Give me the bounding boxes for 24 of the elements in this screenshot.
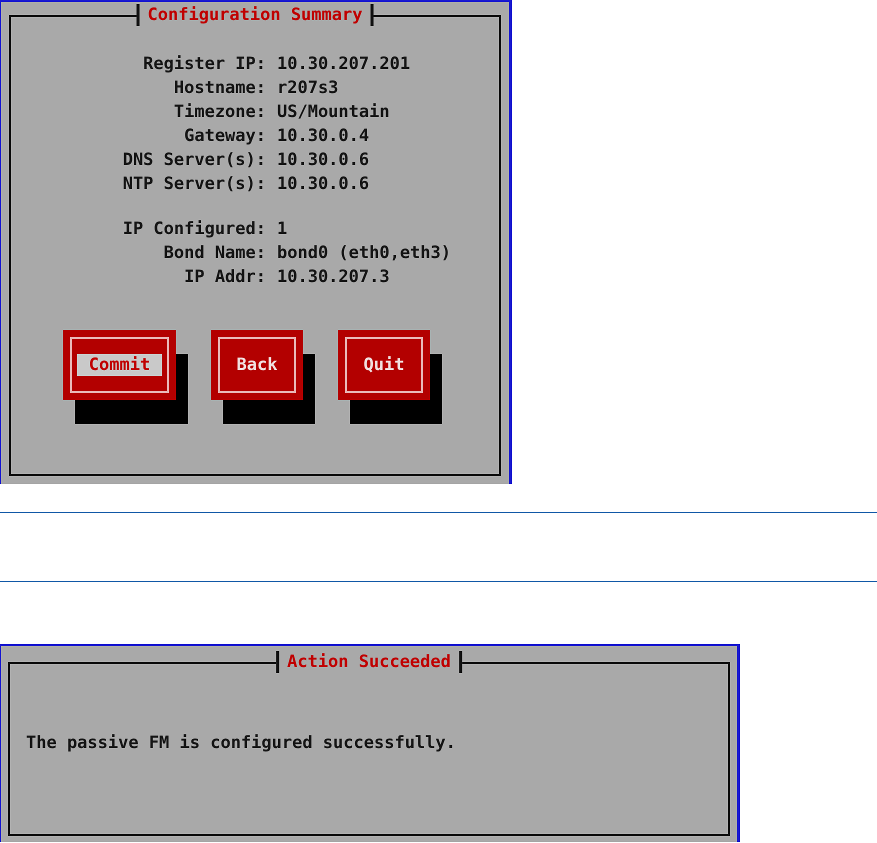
field-value: 10.30.0.4 — [276, 125, 370, 148]
field-value: US/Mountain — [276, 101, 391, 124]
message-text: The passive FM is configured successfully. — [26, 732, 457, 754]
field-value: 10.30.0.6 — [276, 149, 370, 172]
field-value: 1 — [276, 218, 288, 241]
dialog-button[interactable]: Commit — [63, 330, 176, 400]
dialog-button[interactable]: Back — [211, 330, 303, 400]
dialog-button[interactable]: Quit — [338, 330, 430, 400]
field-value: 10.30.207.201 — [276, 53, 412, 76]
field-label: NTP Server(s): — [122, 173, 266, 196]
field-label: IP Addr: — [183, 266, 266, 289]
field-label: IP Configured: — [122, 218, 266, 241]
message-title: Action Succeeded — [276, 651, 462, 673]
field-value: 10.30.207.3 — [276, 266, 391, 289]
field-label: Bond Name: — [162, 242, 266, 265]
field-label: Timezone: — [172, 101, 266, 124]
field-label: Hostname: — [172, 77, 266, 100]
field-value: 10.30.0.6 — [276, 173, 370, 196]
field-label: Register IP: — [142, 53, 266, 76]
field-value: bond0 (eth0,eth3) — [276, 242, 452, 265]
field-label: Gateway: — [183, 125, 266, 148]
dialog-title: Configuration Summary — [136, 4, 374, 26]
field-label: DNS Server(s): — [122, 149, 266, 172]
field-value: r207s3 — [276, 77, 340, 100]
